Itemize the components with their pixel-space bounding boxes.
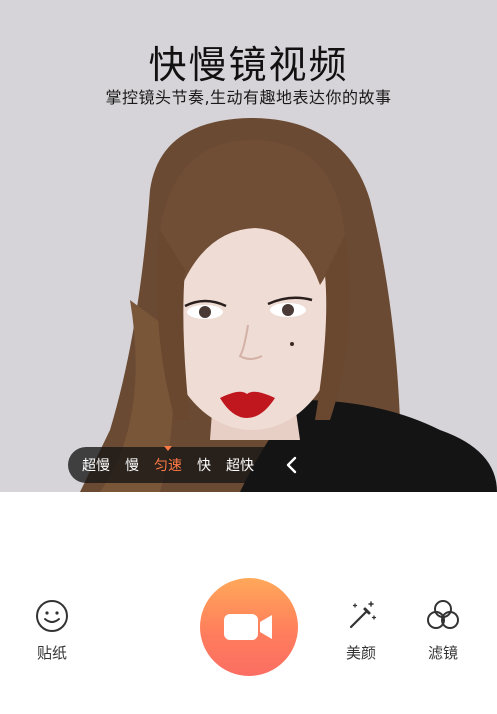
sticker-label: 贴纸 [36,644,67,662]
selected-indicator-icon [164,446,172,451]
beauty-button[interactable]: 美颜 [341,596,381,663]
camera-preview: 快慢镜视频 掌控镜头节奏,生动有趣地表达你的故事 超慢 慢 匀速 快 超快 [0,0,497,492]
filter-button[interactable]: 滤镜 [423,596,463,663]
smiley-face-icon [36,600,68,632]
speed-option-super-fast[interactable]: 超快 [226,455,254,475]
page-title: 快慢镜视频 [148,43,349,87]
page-subtitle: 掌控镜头节奏,生动有趣地表达你的故事 [105,88,392,107]
speed-option-fast[interactable]: 快 [197,455,211,475]
speed-option-super-slow[interactable]: 超慢 [82,455,110,475]
speed-option-normal-label: 匀速 [154,458,182,474]
filter-circles-icon [427,600,459,629]
magic-wand-icon [349,601,377,629]
speed-option-slow[interactable]: 慢 [125,455,139,475]
speed-option-normal[interactable]: 匀速 [154,446,182,475]
speed-selector: 超慢 慢 匀速 快 超快 [68,446,314,483]
record-button[interactable] [200,578,298,676]
video-camera-icon [224,614,272,640]
sticker-button[interactable]: 贴纸 [32,596,72,663]
chevron-left-icon[interactable] [282,455,302,475]
filter-label: 滤镜 [427,644,458,662]
beauty-label: 美颜 [345,644,376,662]
